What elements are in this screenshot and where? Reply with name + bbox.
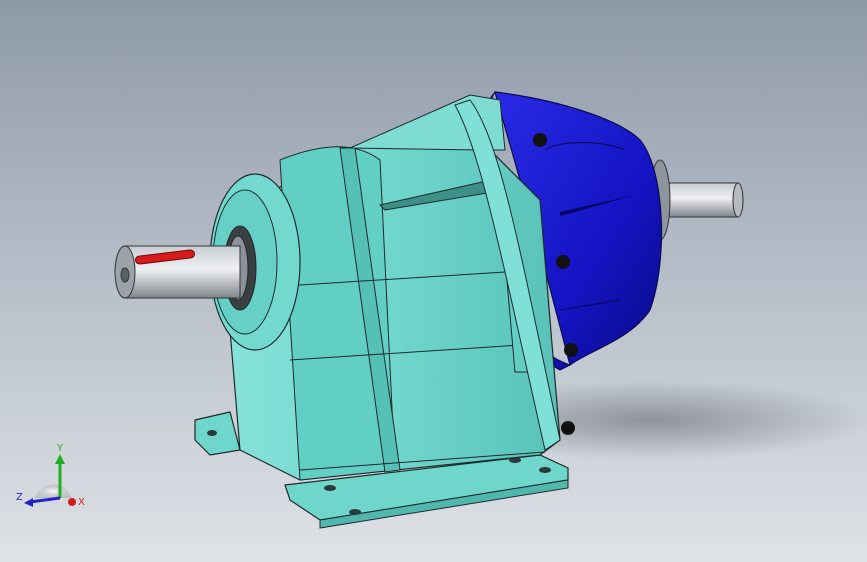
y-axis-label: Y [56, 443, 64, 454]
x-axis-label: X [78, 497, 85, 508]
y-axis-arrow-icon [55, 454, 65, 464]
z-axis-label: Z [16, 492, 23, 503]
triad-base [34, 484, 72, 498]
x-axis-dot-icon [68, 498, 76, 506]
gear-reducer-model[interactable] [0, 0, 867, 562]
output-shaft [649, 159, 744, 241]
input-shaft [114, 245, 241, 299]
cad-viewport[interactable]: Y Z X [0, 0, 867, 562]
axis-triad[interactable]: Y Z X [14, 440, 94, 520]
z-axis-line [29, 496, 61, 504]
z-axis-arrow-icon [24, 498, 33, 507]
